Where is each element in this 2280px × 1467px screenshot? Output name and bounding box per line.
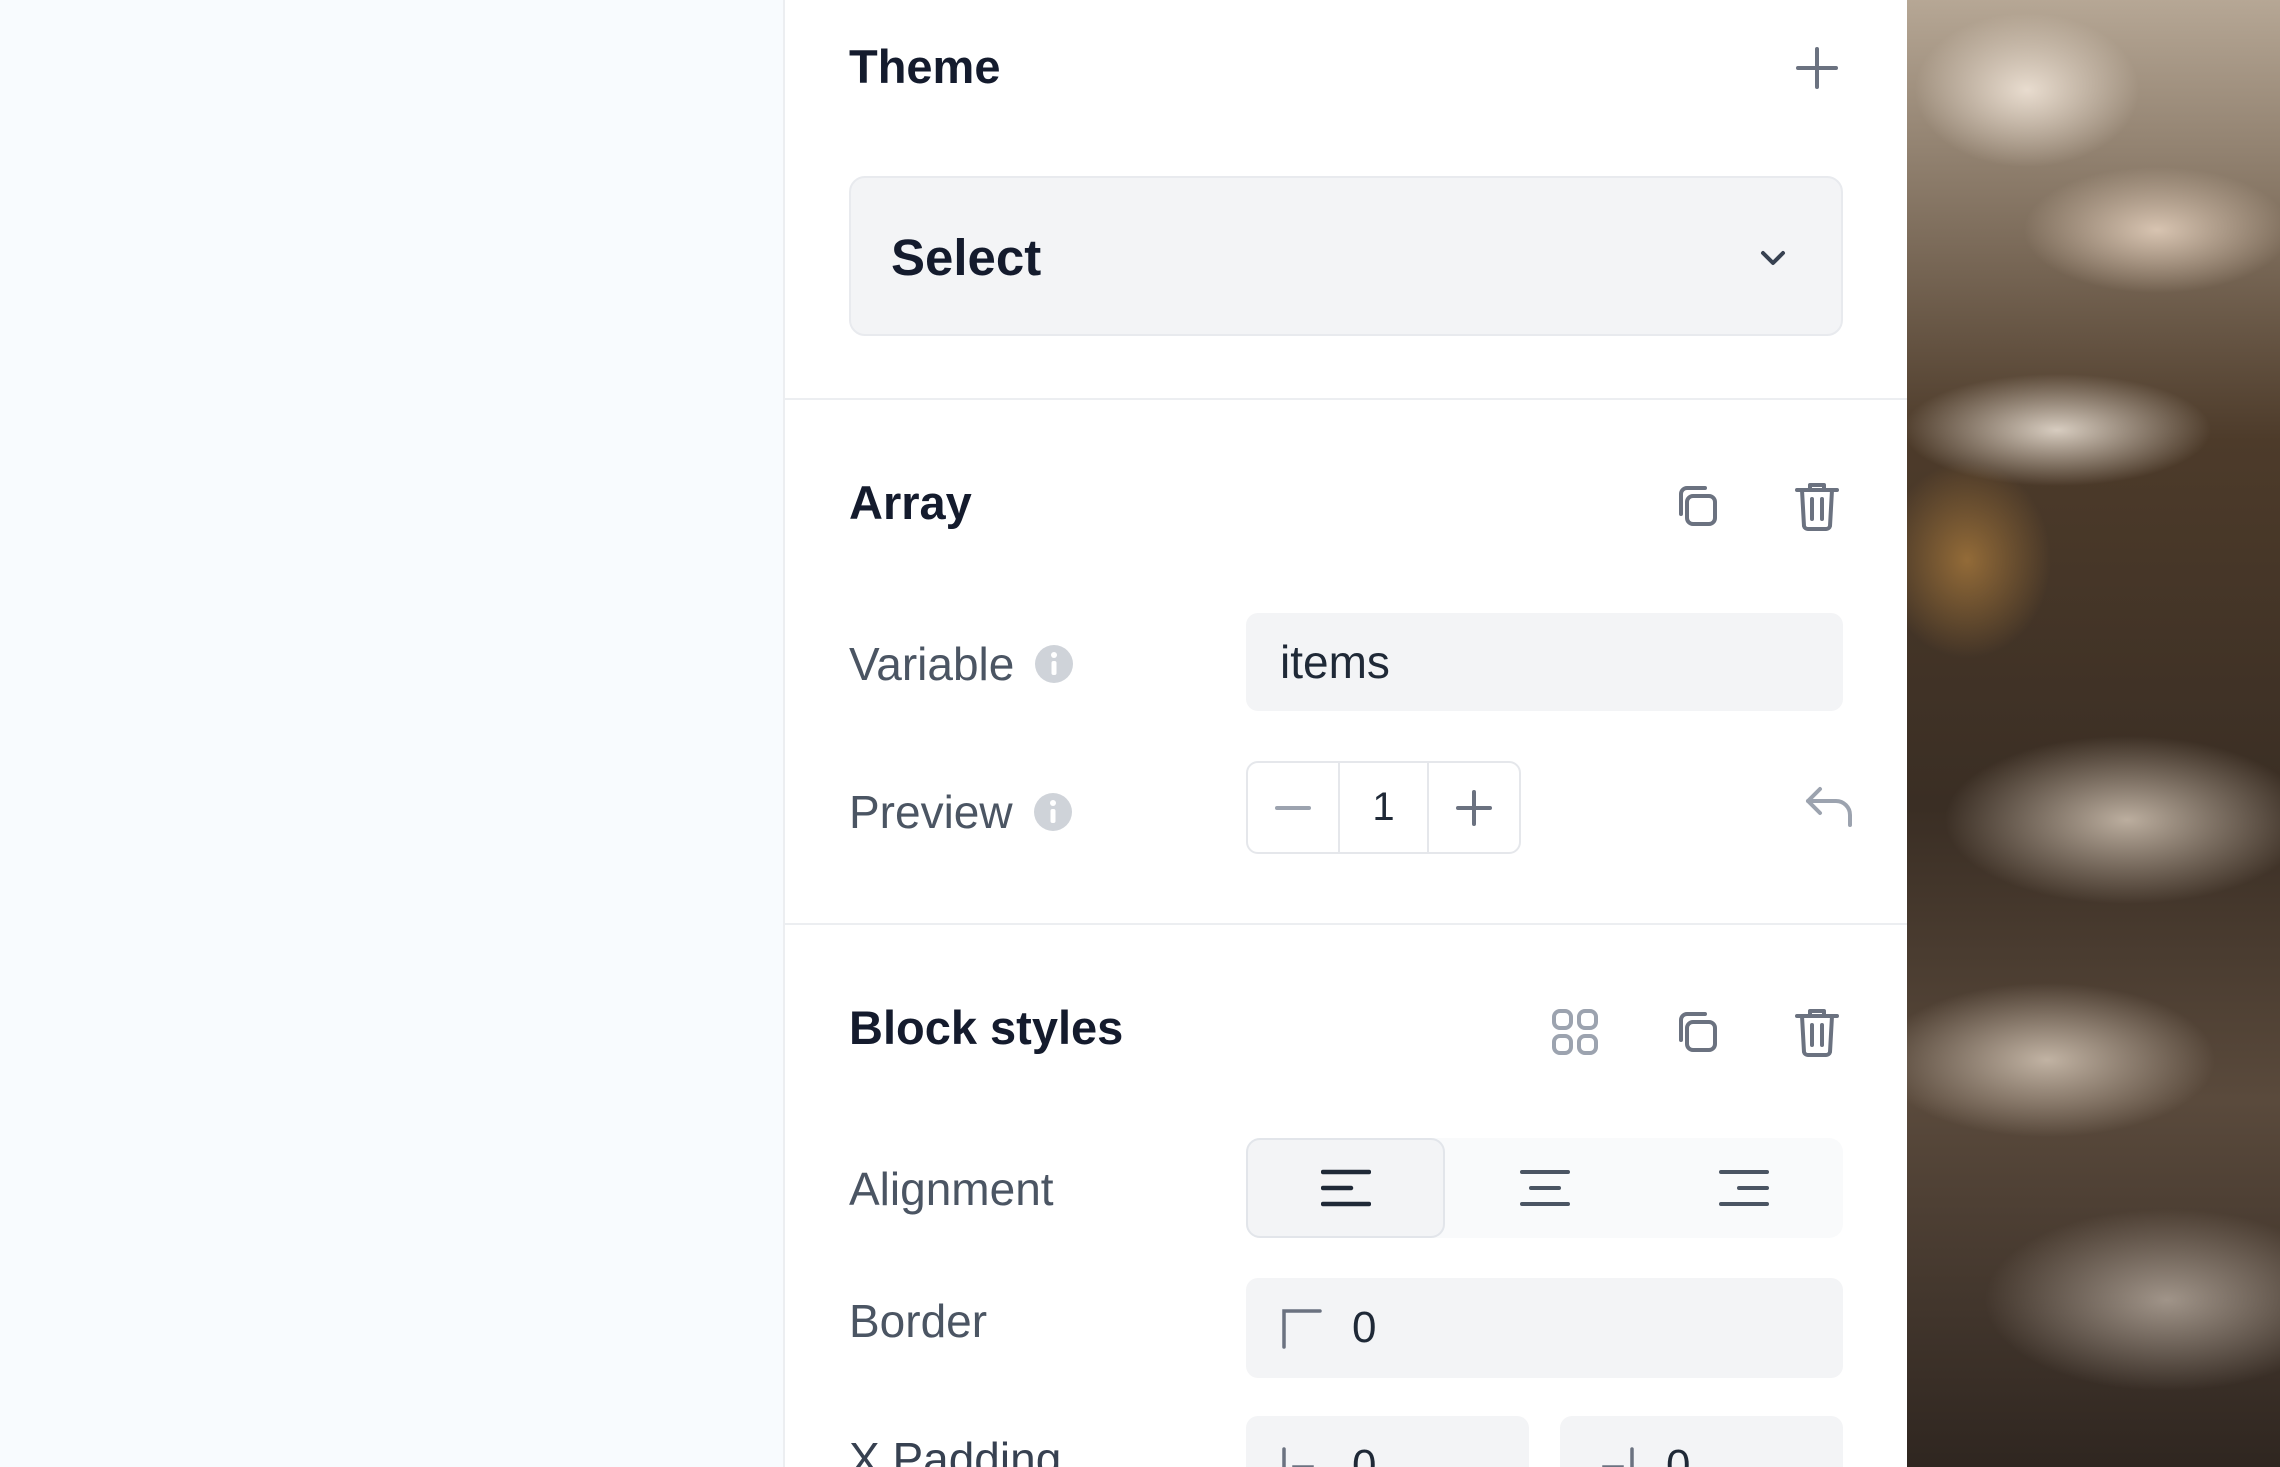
duplicate-icon: [1679, 486, 1717, 526]
padding-left-icon: [1282, 1447, 1314, 1467]
border-label: Border: [849, 1295, 988, 1347]
align-right-icon: [1718, 1170, 1769, 1206]
duplicate-icon: [1679, 1012, 1717, 1052]
preview-stepper: 1: [1246, 761, 1521, 854]
x-padding-right-input[interactable]: 0: [1560, 1416, 1843, 1467]
preview-label-row: Preview: [849, 789, 1073, 835]
theme-select[interactable]: Select: [849, 176, 1843, 336]
theme-select-value: Select: [891, 229, 1042, 286]
delete-array-button[interactable]: [1785, 474, 1849, 538]
decrement-button[interactable]: [1248, 763, 1338, 852]
section-divider: [785, 923, 1907, 925]
alignment-label: Alignment: [849, 1163, 1054, 1215]
properties-panel: Theme Select Array Variable items Previe…: [783, 0, 1907, 1467]
x-padding-label: X Padding: [849, 1433, 1062, 1467]
increment-button[interactable]: [1429, 763, 1519, 852]
info-icon[interactable]: [1034, 644, 1074, 684]
align-center-icon: [1519, 1170, 1570, 1206]
duplicate-array-button[interactable]: [1665, 474, 1729, 538]
alignment-toggle-group: [1246, 1138, 1843, 1238]
padding-right-icon: [1602, 1447, 1634, 1467]
border-corner-icon: [1282, 1309, 1322, 1349]
trash-icon: [1795, 1009, 1839, 1057]
x-padding-left-value: 0: [1352, 1441, 1377, 1467]
background-photo: [1907, 0, 2280, 1467]
preview-count[interactable]: 1: [1338, 763, 1429, 852]
align-center-button[interactable]: [1445, 1138, 1644, 1238]
plus-icon: [1455, 789, 1492, 826]
align-left-button[interactable]: [1246, 1138, 1445, 1238]
variable-input[interactable]: items: [1246, 613, 1843, 711]
grid-view-button[interactable]: [1543, 1000, 1607, 1064]
chevron-down-icon: [1761, 251, 1785, 265]
duplicate-block-styles-button[interactable]: [1665, 1000, 1729, 1064]
plus-icon: [1796, 47, 1838, 89]
reset-preview-button[interactable]: [1797, 774, 1861, 838]
x-padding-left-input[interactable]: 0: [1246, 1416, 1529, 1467]
minus-icon: [1275, 805, 1312, 810]
delete-block-styles-button[interactable]: [1785, 1000, 1849, 1064]
canvas-area: [0, 0, 783, 1467]
x-padding-right-value: 0: [1666, 1441, 1691, 1467]
array-title: Array: [849, 476, 972, 529]
border-input[interactable]: 0: [1246, 1278, 1843, 1378]
grid-icon: [1552, 1009, 1598, 1055]
info-icon[interactable]: [1033, 792, 1073, 832]
block-styles-title: Block styles: [849, 1001, 1124, 1054]
theme-title: Theme: [849, 40, 1001, 93]
undo-icon: [1806, 787, 1852, 827]
trash-icon: [1795, 483, 1839, 531]
variable-label-row: Variable: [849, 641, 1074, 687]
variable-label: Variable: [849, 638, 1015, 690]
align-left-icon: [1320, 1169, 1371, 1207]
align-right-button[interactable]: [1644, 1138, 1843, 1238]
add-theme-button[interactable]: [1785, 36, 1849, 100]
theme-section: Theme Select: [785, 0, 1907, 399]
preview-label: Preview: [849, 786, 1013, 838]
border-value: 0: [1352, 1303, 1377, 1352]
